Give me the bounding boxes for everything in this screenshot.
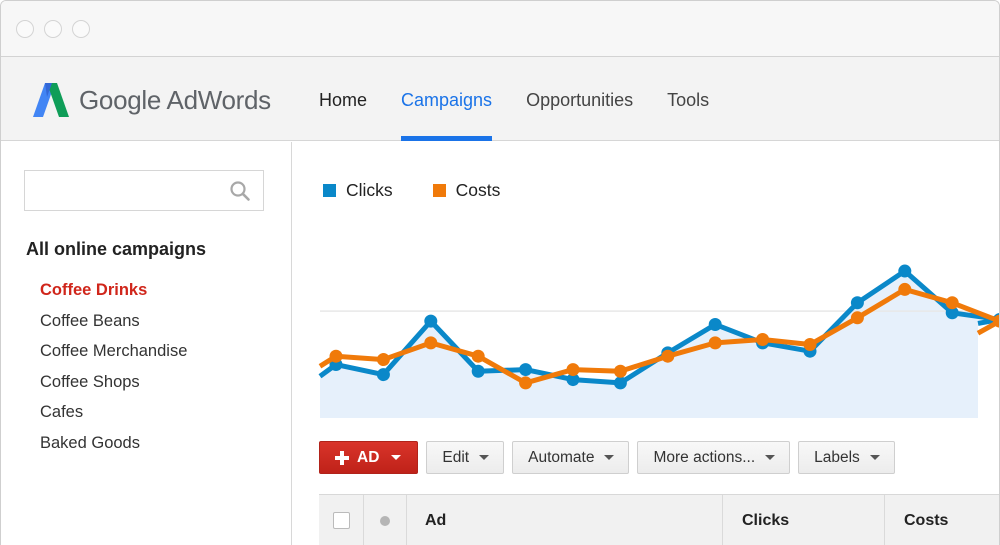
column-header-costs[interactable]: Costs [885,495,999,545]
campaign-list: Coffee Drinks Coffee Beans Coffee Mercha… [40,279,187,463]
column-header-clicks[interactable]: Clicks [723,495,885,545]
costs-point [519,376,533,390]
edit-label: Edit [442,448,470,466]
legend-item-clicks[interactable]: Clicks [323,180,393,201]
ads-table-header: Ad Clicks Costs [319,494,999,545]
browser-window: Google AdWords Home Campaigns Opportunit… [0,0,1000,545]
search-icon[interactable] [229,180,251,202]
clicks-point [424,314,438,328]
sidebar: All online campaigns Coffee Drinks Coffe… [1,142,292,545]
status-dot-icon [380,515,390,526]
legend-swatch-clicks [323,184,336,197]
main-content: Clicks Costs AD Edit Automate More actio… [293,142,999,545]
legend-item-costs[interactable]: Costs [432,180,501,201]
app-header: Google AdWords Home Campaigns Opportunit… [1,57,999,141]
more-actions-button[interactable]: More actions... [637,441,791,474]
campaign-item-coffee-shops[interactable]: Coffee Shops [40,371,187,402]
chevron-down-icon [869,455,880,460]
costs-point [329,349,343,363]
chart-legend: Clicks Costs [323,180,540,201]
chevron-down-icon [604,455,615,460]
clicks-point [850,296,864,310]
automate-button[interactable]: Automate [512,441,630,474]
edit-button[interactable]: Edit [426,441,505,474]
campaign-item-coffee-merchandise[interactable]: Coffee Merchandise [40,340,187,371]
adwords-logo-icon [33,83,69,117]
costs-point [756,333,770,347]
clicks-point [376,368,390,382]
maximize-window-button[interactable] [72,20,90,38]
campaign-search [24,170,264,211]
select-all-checkbox[interactable] [332,512,350,529]
costs-point [613,364,627,378]
title-bar [1,1,999,57]
more-actions-label: More actions... [653,448,756,466]
campaign-item-cafes[interactable]: Cafes [40,401,187,432]
add-ad-button[interactable]: AD [319,441,419,474]
costs-point [945,296,959,310]
costs-point [376,353,390,367]
labels-label: Labels [814,448,860,466]
campaign-search-input[interactable] [25,171,225,209]
nav-opportunities[interactable]: Opportunities [526,57,633,141]
costs-point [566,363,580,377]
costs-point [898,282,912,296]
clicks-point [471,364,485,378]
costs-point [708,336,722,350]
costs-point [661,349,675,363]
nav-tools[interactable]: Tools [667,57,709,141]
costs-point [424,336,438,350]
chevron-down-icon [479,455,490,460]
clicks-point [708,317,722,331]
automate-label: Automate [528,448,595,466]
legend-label-costs: Costs [455,180,501,200]
campaign-item-coffee-drinks[interactable]: Coffee Drinks [40,279,187,310]
nav-home[interactable]: Home [319,57,367,141]
chevron-down-icon [391,455,402,460]
add-ad-label: AD [357,448,380,466]
clicks-point [898,264,912,278]
costs-point [471,349,485,363]
status-column-header[interactable] [364,495,407,545]
adwords-logo[interactable]: Google AdWords [33,83,271,117]
labels-button[interactable]: Labels [798,441,895,474]
costs-point [803,338,817,352]
clicks-point [519,363,533,377]
nav-campaigns[interactable]: Campaigns [401,57,493,141]
logo-text: Google AdWords [79,84,271,115]
main-nav: Home Campaigns Opportunities Tools [319,57,743,141]
costs-point [850,311,864,325]
legend-swatch-costs [432,184,446,197]
campaign-item-baked-goods[interactable]: Baked Goods [40,432,187,463]
campaign-item-coffee-beans[interactable]: Coffee Beans [40,310,187,341]
plus-icon [335,450,349,465]
chevron-down-icon [765,455,776,460]
column-header-ad[interactable]: Ad [407,495,723,545]
ads-toolbar: AD Edit Automate More actions... Labels [319,441,903,474]
close-window-button[interactable] [16,20,34,38]
legend-label-clicks: Clicks [346,180,393,200]
all-campaigns-heading[interactable]: All online campaigns [26,239,206,260]
minimize-window-button[interactable] [44,20,62,38]
clicks-point [613,376,627,390]
select-all-cell [319,495,364,545]
